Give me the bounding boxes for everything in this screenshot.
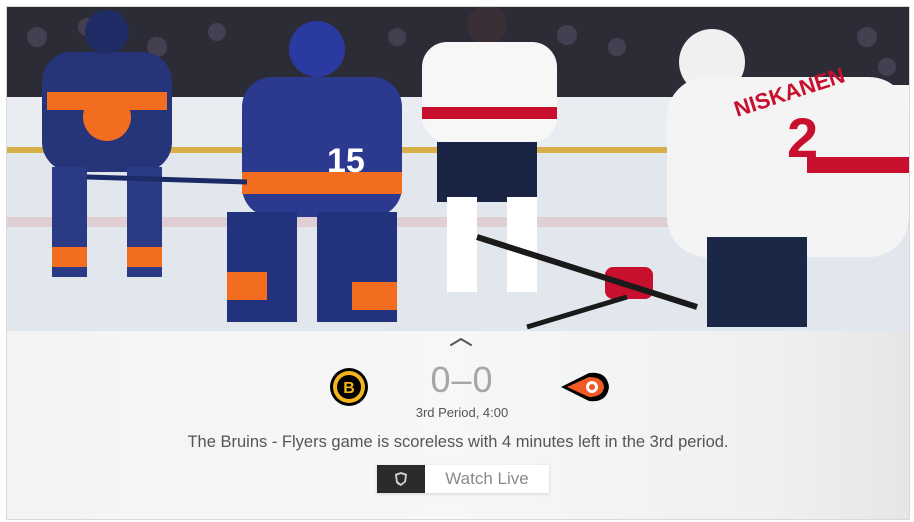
game-info-panel: B 0–0 3rd Period, 4:00 The Bruins - Flye… bbox=[7, 331, 909, 519]
svg-text:B: B bbox=[343, 380, 355, 397]
watch-live-button[interactable]: Watch Live bbox=[377, 465, 549, 493]
chevron-up-icon[interactable] bbox=[450, 337, 472, 347]
hockey-scene-illustration: 15 NISKANEN 2 bbox=[7, 7, 909, 331]
tv-screen: 15 NISKANEN 2 B 0–0 3rd Period, 4:00 The… bbox=[6, 6, 910, 520]
nhl-shield-icon bbox=[377, 465, 425, 493]
watch-live-label: Watch Live bbox=[425, 465, 549, 493]
hero-image: 15 NISKANEN 2 bbox=[7, 7, 909, 331]
bruins-logo-icon: B bbox=[330, 368, 368, 406]
flyers-logo-icon bbox=[561, 372, 609, 402]
svg-text:2: 2 bbox=[787, 106, 818, 169]
game-summary: The Bruins - Flyers game is scoreless wi… bbox=[187, 433, 729, 451]
game-score: 0–0 bbox=[430, 359, 494, 400]
game-period-time: 3rd Period, 4:00 bbox=[415, 405, 509, 420]
svg-text:15: 15 bbox=[327, 142, 365, 180]
